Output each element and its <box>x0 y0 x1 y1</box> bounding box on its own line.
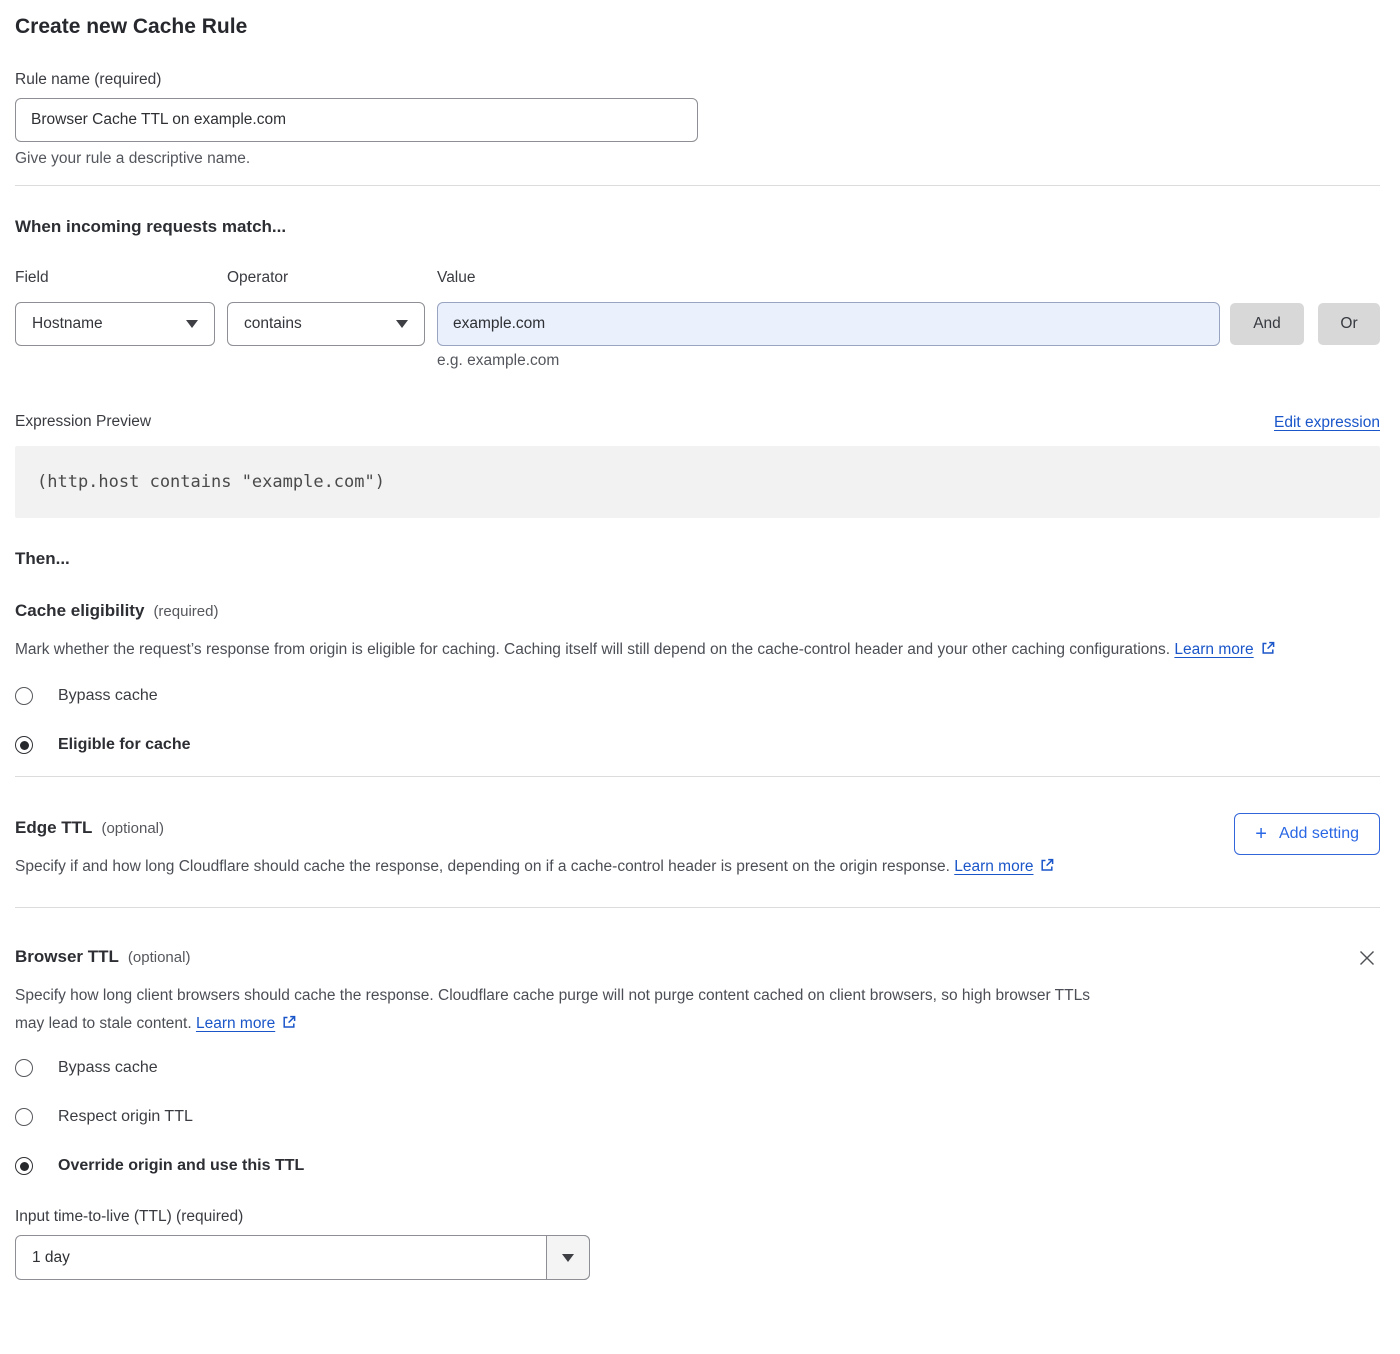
value-input[interactable] <box>437 302 1220 346</box>
optional-note: (optional) <box>128 949 191 966</box>
browser-ttl-header: Browser TTL (optional) <box>15 944 1380 970</box>
edge-ttl-title: Edge TTL <box>15 815 92 841</box>
edge-ttl-header: Edge TTL (optional) <box>15 815 1380 841</box>
radio-option-bypass-cache[interactable]: Bypass cache <box>15 1057 1380 1079</box>
radio-label: Bypass cache <box>58 1059 158 1077</box>
radio-label: Eligible for cache <box>58 736 190 754</box>
radio-option-eligible-for-cache[interactable]: Eligible for cache <box>15 734 1380 756</box>
ttl-select[interactable]: 1 day <box>15 1235 590 1280</box>
radio-label: Override origin and use this TTL <box>58 1157 304 1175</box>
edit-expression-link[interactable]: Edit expression <box>1274 414 1380 432</box>
radio-option-override-origin-ttl[interactable]: Override origin and use this TTL <box>15 1155 1380 1177</box>
expression-code: (http.host contains "example.com") <box>37 472 385 492</box>
radio-option-respect-origin-ttl[interactable]: Respect origin TTL <box>15 1106 1380 1128</box>
value-example-help: e.g. example.com <box>437 352 1380 370</box>
cache-eligibility-description: Mark whether the request’s response from… <box>15 636 1360 664</box>
divider <box>15 185 1380 186</box>
page-title: Create new Cache Rule <box>15 14 1380 40</box>
radio-label: Respect origin TTL <box>58 1108 193 1126</box>
learn-more-link[interactable]: Learn more <box>196 1015 275 1032</box>
radio-label: Bypass cache <box>58 687 158 705</box>
operator-select-value: contains <box>244 315 302 333</box>
required-note: (required) <box>153 603 218 620</box>
rule-name-input[interactable] <box>15 98 698 142</box>
or-button[interactable]: Or <box>1318 303 1380 345</box>
match-heading: When incoming requests match... <box>15 214 1380 240</box>
plus-icon: + <box>1255 824 1267 844</box>
radio-icon[interactable] <box>15 1157 33 1175</box>
value-label: Value <box>437 268 476 288</box>
external-link-icon <box>1260 640 1276 656</box>
close-button[interactable] <box>1356 948 1378 970</box>
learn-more-link[interactable]: Learn more <box>954 858 1033 875</box>
external-link-icon <box>281 1014 297 1030</box>
radio-icon[interactable] <box>15 1059 33 1077</box>
and-button[interactable]: And <box>1230 303 1304 345</box>
expression-code-block: (http.host contains "example.com") <box>15 446 1380 518</box>
chevron-down-icon <box>396 320 408 328</box>
field-label: Field <box>15 268 227 288</box>
match-controls-row: Hostname contains And Or <box>15 302 1380 346</box>
chevron-down-icon <box>186 320 198 328</box>
browser-ttl-options: Bypass cache Respect origin TTL Override… <box>15 1057 1380 1177</box>
rule-name-help: Give your rule a descriptive name. <box>15 149 1380 169</box>
expression-preview-label: Expression Preview <box>15 412 151 432</box>
chevron-down-icon <box>562 1254 574 1262</box>
browser-ttl-title: Browser TTL <box>15 944 119 970</box>
ttl-input-label: Input time-to-live (TTL) (required) <box>15 1207 1380 1227</box>
browser-ttl-description: Specify how long client browsers should … <box>15 982 1095 1038</box>
match-labels-row: Field Operator Value <box>15 268 1380 288</box>
expression-preview-row: Expression Preview Edit expression <box>15 412 1380 432</box>
optional-note: (optional) <box>101 820 164 837</box>
ttl-select-value: 1 day <box>32 1249 70 1267</box>
cache-eligibility-options: Bypass cache Eligible for cache <box>15 685 1380 756</box>
rule-name-label: Rule name (required) <box>15 70 1380 90</box>
radio-icon[interactable] <box>15 1108 33 1126</box>
add-setting-button[interactable]: + Add setting <box>1234 813 1380 855</box>
radio-icon[interactable] <box>15 687 33 705</box>
operator-select[interactable]: contains <box>227 302 425 346</box>
create-cache-rule-form: Create new Cache Rule Rule name (require… <box>0 0 1400 1298</box>
radio-option-bypass-cache[interactable]: Bypass cache <box>15 685 1380 707</box>
browser-ttl-section: Browser TTL (optional) Specify how long … <box>15 908 1380 1280</box>
add-setting-label: Add setting <box>1279 825 1359 843</box>
field-select-value: Hostname <box>32 315 103 333</box>
edge-ttl-section: Edge TTL (optional) + Add setting Specif… <box>15 777 1380 881</box>
close-icon <box>1357 948 1377 968</box>
cache-eligibility-header: Cache eligibility (required) <box>15 598 1380 624</box>
operator-label: Operator <box>227 268 437 288</box>
radio-icon[interactable] <box>15 736 33 754</box>
field-select[interactable]: Hostname <box>15 302 215 346</box>
ttl-select-arrow-segment[interactable] <box>546 1235 590 1280</box>
learn-more-link[interactable]: Learn more <box>1174 641 1253 658</box>
then-heading: Then... <box>15 546 1380 572</box>
cache-eligibility-title: Cache eligibility <box>15 598 144 624</box>
external-link-icon <box>1039 857 1055 873</box>
edge-ttl-description: Specify if and how long Cloudflare shoul… <box>15 853 1110 881</box>
